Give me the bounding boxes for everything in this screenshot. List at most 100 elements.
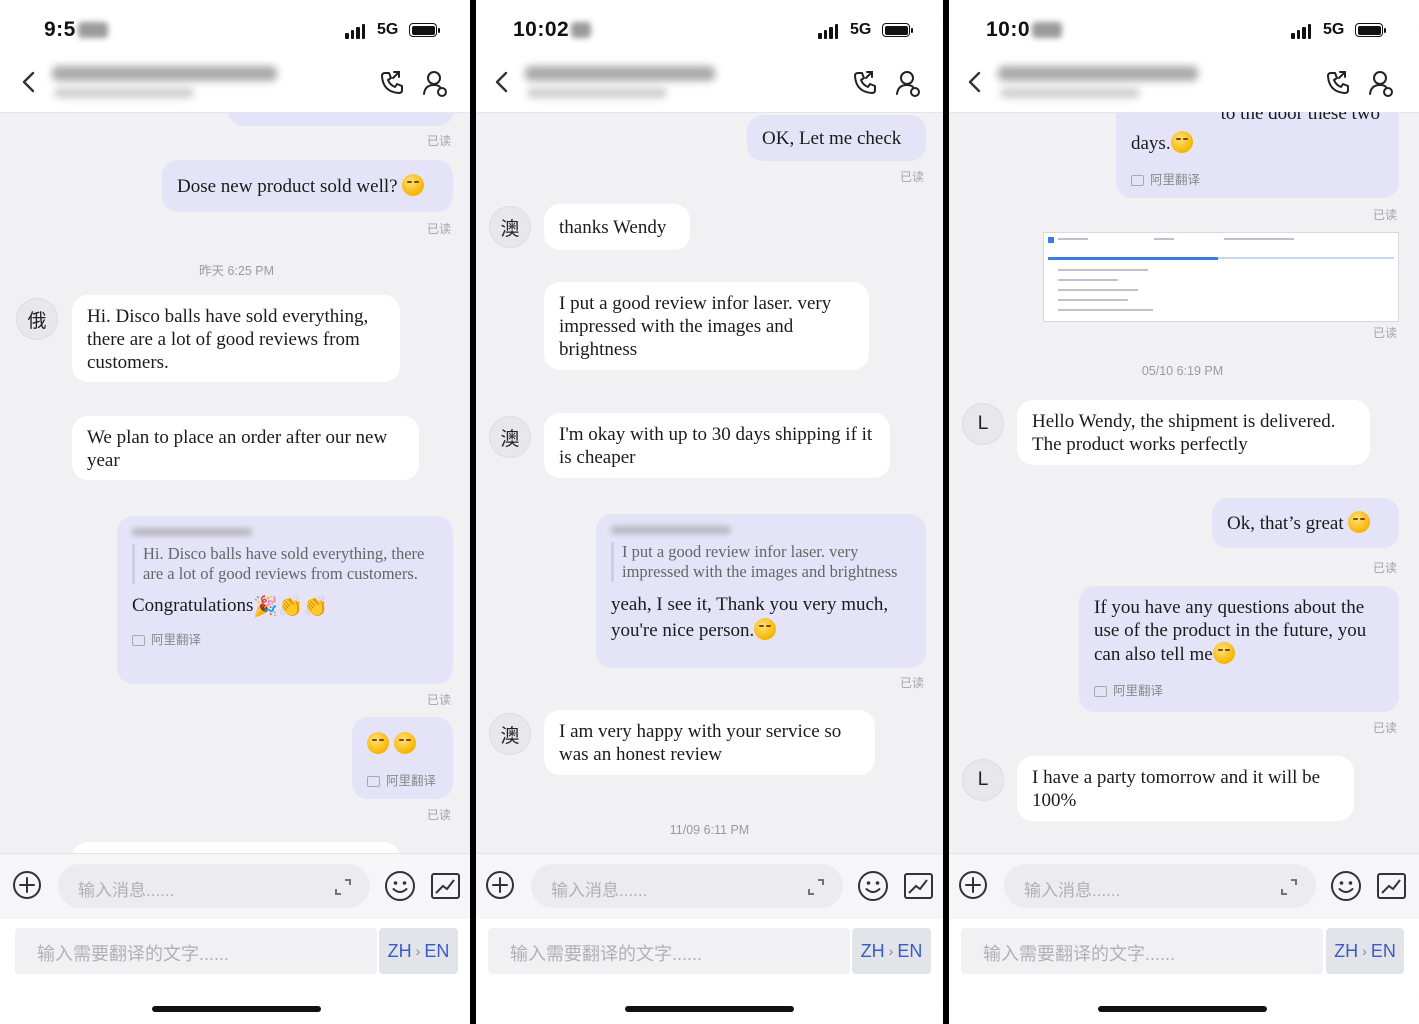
back-icon[interactable] [491, 70, 515, 94]
translate-input[interactable]: 输入需要翻译的文字...... [15, 928, 377, 974]
home-indicator[interactable] [625, 1006, 794, 1012]
message-bubble-partial[interactable] [72, 842, 400, 853]
back-icon[interactable] [18, 70, 42, 94]
status-bar: 10:0 5G [946, 0, 1419, 58]
message-composer: 输入消息...... [0, 853, 473, 920]
quoted-message: Hi. Disco balls have sold everything, th… [132, 544, 438, 584]
message-input[interactable]: 输入消息...... [531, 864, 843, 908]
message-bubble-outgoing[interactable]: OK, Let me check [747, 115, 926, 161]
call-icon[interactable] [1323, 68, 1353, 98]
call-icon[interactable] [377, 68, 407, 98]
emoji-picker-icon[interactable] [1330, 870, 1362, 902]
read-receipt: 已读 [1373, 721, 1398, 735]
battery-icon [409, 23, 440, 37]
screen-divider [470, 0, 476, 1024]
translate-tag: 阿里翻译 [132, 629, 438, 652]
message-list[interactable]: 已读 Dose new product sold well? 已读 昨天 6:2… [0, 112, 473, 853]
blush-emoji-icon [393, 732, 416, 754]
read-receipt: 已读 [427, 222, 452, 236]
message-bubble-incoming[interactable]: I have a party tomorrow and it will be 1… [1017, 756, 1354, 821]
add-icon[interactable] [12, 870, 42, 900]
language-switch[interactable]: ZH › EN [1326, 928, 1404, 974]
contact-avatar[interactable]: 俄 [16, 298, 58, 340]
expand-icon[interactable] [807, 878, 825, 896]
contact-profile-icon[interactable] [420, 68, 450, 98]
home-indicator[interactable] [1098, 1006, 1267, 1012]
add-icon[interactable] [958, 870, 988, 900]
message-bubble-incoming[interactable]: I put a good review infor laser. very im… [544, 282, 869, 370]
chat-header [473, 58, 946, 113]
timestamp: 11/09 6:11 PM [669, 823, 750, 837]
contact-avatar[interactable]: L [962, 403, 1004, 445]
contact-avatar[interactable]: L [962, 759, 1004, 801]
contact-avatar[interactable]: 澳 [489, 416, 531, 458]
emoji-picker-icon[interactable] [857, 870, 889, 902]
image-icon[interactable] [1376, 871, 1407, 901]
image-icon[interactable] [430, 871, 461, 901]
contact-name [998, 66, 1198, 81]
image-attachment[interactable] [1043, 232, 1399, 322]
message-composer: 输入消息...... [473, 853, 946, 920]
contact-profile-icon[interactable] [1366, 68, 1396, 98]
grin-emoji-icon [1348, 511, 1371, 533]
message-bubble-emoji[interactable]: 阿里翻译 [352, 717, 453, 799]
party-emoji-icon: 🎉👏👏 [253, 596, 329, 618]
quoted-sender [611, 526, 731, 534]
message-bubble-outgoing[interactable]: Ok, that’s great [1212, 498, 1399, 548]
translate-tag: 阿里翻译 [1094, 680, 1384, 703]
translate-icon [367, 776, 380, 787]
message-bubble-partial[interactable] [228, 112, 454, 126]
message-bubble-reply[interactable]: Hi. Disco balls have sold everything, th… [117, 516, 453, 684]
add-icon[interactable] [485, 870, 515, 900]
contact-avatar[interactable]: 澳 [489, 206, 531, 248]
contact-name [525, 66, 715, 81]
phone-screen-3: 10:0 5G to the door these two days. 阿里翻译… [946, 0, 1419, 1024]
translate-tag: 阿里翻译 [367, 770, 438, 793]
contact-profile-icon[interactable] [893, 68, 923, 98]
read-receipt: 已读 [427, 808, 452, 822]
message-bubble-outgoing[interactable]: Dose new product sold well? [162, 160, 453, 212]
read-receipt: 已读 [900, 676, 925, 690]
message-input[interactable]: 输入消息...... [58, 864, 370, 908]
image-icon[interactable] [903, 871, 934, 901]
blush-emoji-icon [1170, 131, 1193, 153]
signal-icon [1291, 24, 1311, 39]
language-switch[interactable]: ZH › EN [852, 928, 931, 974]
message-bubble-incoming[interactable]: Hi. Disco balls have sold everything, th… [72, 295, 400, 382]
message-bubble-outgoing[interactable]: to the door these two days. 阿里翻译 [1116, 112, 1399, 198]
message-bubble-outgoing[interactable]: If you have any questions about the use … [1079, 586, 1399, 712]
home-indicator[interactable] [152, 1006, 321, 1012]
message-list[interactable]: to the door these two days. 阿里翻译 已读 已读 0… [946, 112, 1419, 853]
status-time: 9:5 [44, 18, 108, 42]
read-receipt: 已读 [1373, 326, 1398, 340]
quoted-message: I put a good review infor laser. very im… [611, 542, 911, 582]
expand-icon[interactable] [334, 878, 352, 896]
read-receipt: 已读 [427, 693, 452, 707]
back-icon[interactable] [964, 70, 988, 94]
message-bubble-incoming[interactable]: thanks Wendy [544, 204, 690, 250]
emoji-picker-icon[interactable] [384, 870, 416, 902]
contact-avatar[interactable]: 澳 [489, 713, 531, 755]
message-bubble-incoming[interactable]: Hello Wendy, the shipment is delivered. … [1017, 400, 1370, 465]
message-list[interactable]: OK, Let me check 已读 澳 thanks Wendy I put… [473, 112, 946, 853]
read-receipt: 已读 [1373, 561, 1398, 575]
translate-input[interactable]: 输入需要翻译的文字...... [488, 928, 850, 974]
phone-screen-2: 10:02 5G OK, Let me check 已读 澳 thanks We… [473, 0, 946, 1024]
message-bubble-reply[interactable]: I put a good review infor laser. very im… [596, 514, 926, 668]
message-input[interactable]: 输入消息...... [1004, 864, 1316, 908]
timestamp: 05/10 6:19 PM [1141, 364, 1224, 378]
message-composer: 输入消息...... [946, 853, 1419, 920]
call-icon[interactable] [850, 68, 880, 98]
phone-screen-1: 9:5 5G 已读 Dose new product sold well? 已读… [0, 0, 473, 1024]
expand-icon[interactable] [1280, 878, 1298, 896]
message-bubble-incoming[interactable]: I am very happy with your service so was… [544, 710, 875, 775]
blush-emoji-icon [367, 732, 389, 754]
translate-icon [132, 635, 145, 646]
message-bubble-incoming[interactable]: We plan to place an order after our new … [72, 416, 419, 480]
message-bubble-incoming[interactable]: I'm okay with up to 30 days shipping if … [544, 413, 890, 478]
translate-input[interactable]: 输入需要翻译的文字...... [961, 928, 1323, 974]
read-receipt: 已读 [1373, 208, 1398, 222]
language-switch[interactable]: ZH › EN [379, 928, 458, 974]
contact-subtitle [527, 88, 667, 98]
chat-header [946, 58, 1419, 113]
